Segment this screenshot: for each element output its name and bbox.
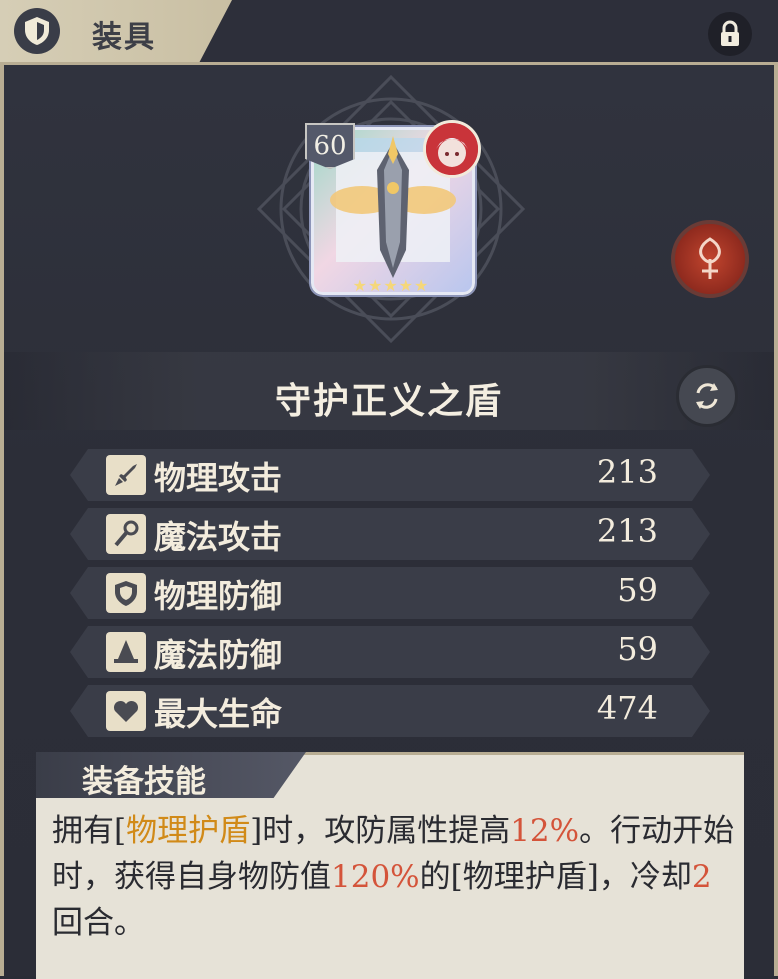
sword-icon: [106, 455, 146, 495]
item-stars: ★★★★★: [352, 276, 430, 295]
skill-text-part: ]时，攻防属性提高: [250, 813, 511, 849]
stat-value: 59: [617, 630, 658, 668]
character-avatar[interactable]: [423, 120, 481, 178]
skill-value: 120%: [331, 859, 420, 895]
stat-value: 213: [596, 512, 658, 550]
rune-button[interactable]: [671, 220, 749, 298]
wizard-hat-icon: [106, 632, 146, 672]
stat-value: 59: [617, 571, 658, 609]
shield-icon: [106, 573, 146, 613]
skill-value: 12%: [510, 813, 580, 849]
shield-icon: [14, 8, 60, 54]
rune-icon: [699, 237, 721, 279]
swap-icon: [696, 383, 718, 409]
skill-description: 拥有[物理护盾]时，攻防属性提高12%。行动开始时，获得自身物防值120%的[物…: [52, 808, 742, 946]
skill-text-part: 拥有[: [52, 813, 127, 849]
skill-text-part: 回合。: [52, 905, 145, 941]
stat-value: 474: [596, 689, 658, 727]
stat-label: 物理防御: [154, 577, 283, 615]
stat-label: 魔法防御: [154, 636, 283, 674]
skill-title: 装备技能: [82, 764, 206, 800]
skill-text-part: 的[物理护盾]，冷却: [419, 859, 692, 895]
staff-icon: [106, 514, 146, 554]
stat-label: 物理攻击: [154, 459, 283, 497]
skill-keyword: 物理护盾: [126, 813, 251, 849]
skill-value: 2: [691, 859, 712, 895]
item-name: 守护正义之盾: [274, 380, 503, 422]
swap-button[interactable]: [676, 365, 738, 427]
stat-label: 最大生命: [154, 695, 283, 733]
stat-value: 213: [596, 453, 658, 491]
lock-button[interactable]: [708, 12, 752, 56]
stat-label: 魔法攻击: [154, 518, 283, 556]
heart-icon: [106, 691, 146, 731]
lock-icon: [721, 20, 739, 46]
header-title: 装具: [92, 20, 156, 55]
